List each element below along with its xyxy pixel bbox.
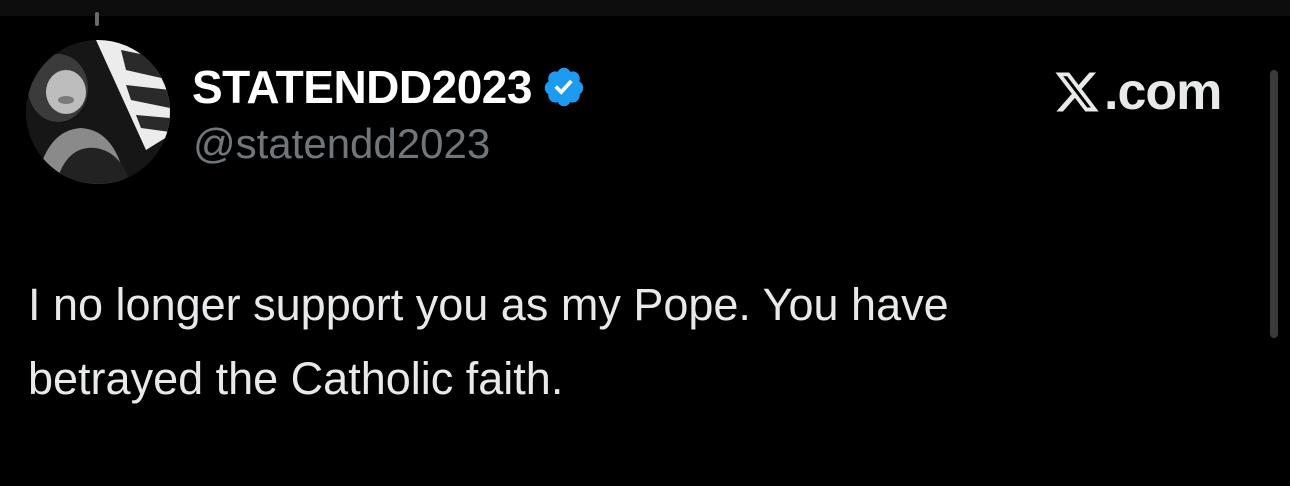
verified-badge-icon [544, 67, 584, 107]
author-display-name[interactable]: STATENDD2023 [192, 60, 532, 114]
tweet-text-line: I no longer support you as my Pope. You … [28, 279, 949, 330]
brand-text: .com [1104, 63, 1222, 121]
scrollbar[interactable] [1270, 70, 1278, 338]
author-handle[interactable]: @statendd2023 [193, 120, 490, 168]
tweet-text-line: betrayed the Catholic faith. [28, 353, 564, 404]
top-tick-mark [95, 12, 99, 26]
tweet-text: I no longer support you as my Pope. You … [28, 268, 1228, 416]
avatar[interactable] [26, 40, 170, 184]
x-logo-icon [1055, 72, 1099, 112]
author-name-row[interactable]: STATENDD2023 [192, 60, 586, 114]
brand-watermark: .com [1052, 62, 1222, 122]
top-bar [0, 0, 1290, 16]
